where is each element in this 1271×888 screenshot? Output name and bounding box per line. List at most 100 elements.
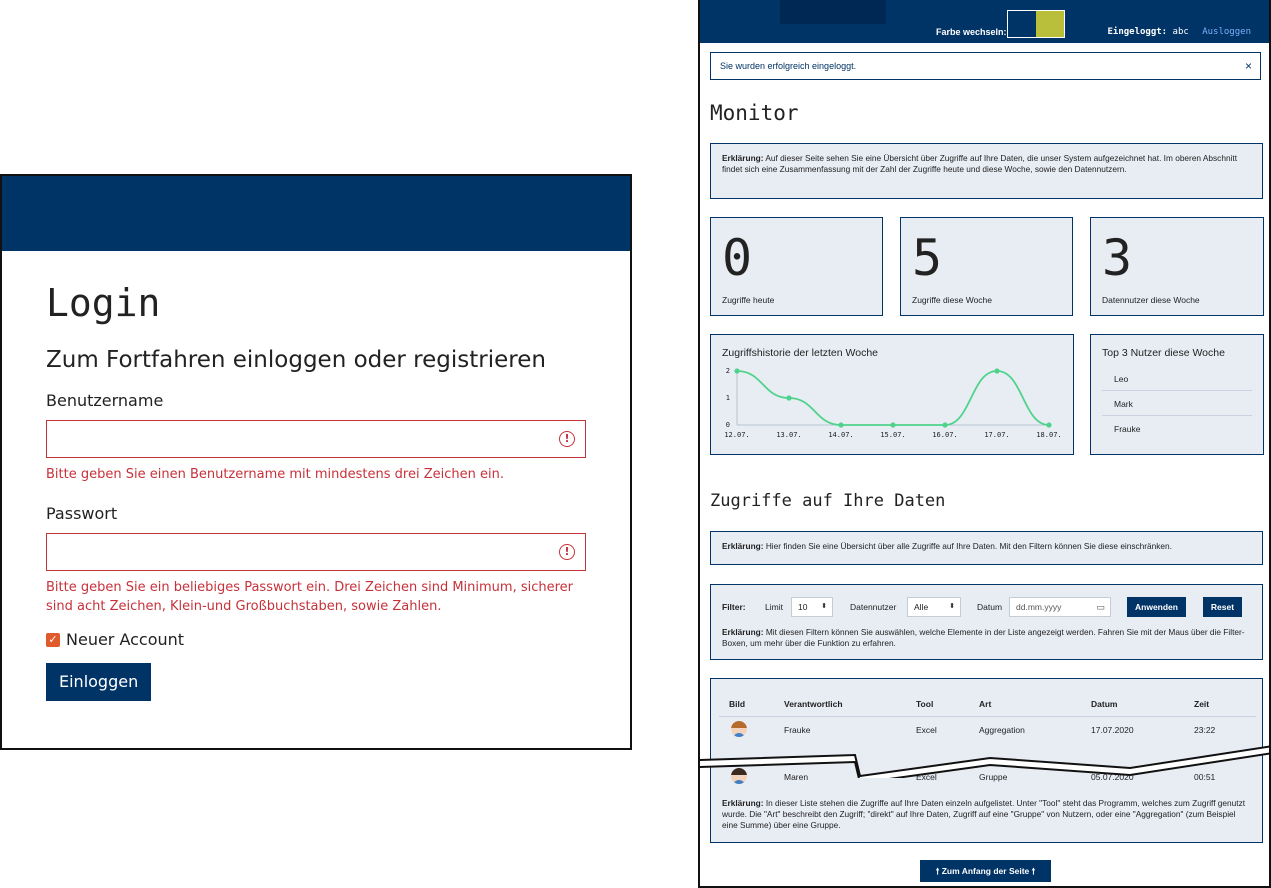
x-tick-label: 15.07. bbox=[880, 431, 905, 439]
avatar bbox=[731, 721, 747, 737]
login-info: Eingeloggt: abc Ausloggen bbox=[1108, 27, 1252, 37]
stat-today-label: Zugriffe heute bbox=[722, 295, 775, 305]
top-users-box: Top 3 Nutzer diese Woche Leo Mark Frauke bbox=[1090, 334, 1264, 455]
x-tick-label: 13.07. bbox=[776, 431, 801, 439]
top-users-title: Top 3 Nutzer diese Woche bbox=[1102, 347, 1225, 359]
success-alert: Sie wurden erfolgreich eingeloggt. × bbox=[710, 52, 1261, 80]
filter-box: Filter: Limit 10 ⬍ Datennutzer Alle ⬍ Da… bbox=[710, 584, 1263, 660]
logged-in-label: Eingeloggt: bbox=[1107, 27, 1168, 37]
date-input[interactable]: dd.mm.yyyy ▭ bbox=[1009, 597, 1111, 617]
username-error: Bitte geben Sie einen Benutzername mit m… bbox=[46, 467, 504, 482]
color-swatch-olive[interactable] bbox=[1036, 10, 1065, 38]
stat-week-label: Zugriffe diese Woche bbox=[912, 295, 993, 305]
access-history-chart: 0 1 2 12.07. 13.07. 14.07. 15.07. 16.07. 17.07. 1… bbox=[724, 367, 1061, 439]
top-user-item: Mark bbox=[1102, 392, 1252, 416]
stat-today-value: 0 bbox=[722, 229, 753, 287]
monitor-page: Farbe wechseln: Eingeloggt: abc Auslogge… bbox=[698, 0, 1271, 888]
x-tick-label: 17.07. bbox=[984, 431, 1009, 439]
col-header-responsible: Verantwortlich bbox=[784, 699, 843, 709]
avatar-hair bbox=[731, 721, 747, 728]
topbar: Farbe wechseln: Eingeloggt: abc Auslogge… bbox=[700, 0, 1269, 43]
data-point bbox=[994, 368, 1000, 374]
filter-label: Filter: bbox=[722, 602, 746, 612]
col-header-tool: Tool bbox=[916, 699, 934, 709]
page-break-tear bbox=[700, 745, 1269, 778]
section-explanation: Erklärung: Hier finden Sie eine Übersich… bbox=[710, 531, 1263, 565]
limit-value: 10 bbox=[798, 602, 808, 612]
stat-users-label: Datennutzer diese Woche bbox=[1102, 295, 1200, 305]
intro-explanation-text: Auf dieser Seite sehen Sie eine Übersich… bbox=[722, 153, 1238, 174]
stat-week-value: 5 bbox=[912, 229, 943, 287]
data-point bbox=[890, 422, 896, 428]
data-point bbox=[1046, 422, 1052, 428]
section-explanation-bold: Erklärung: bbox=[722, 541, 764, 551]
x-tick-label: 14.07. bbox=[828, 431, 853, 439]
access-history-chart-box: Zugriffshistorie der letzten Woche 0 1 2 12… bbox=[710, 334, 1074, 455]
data-point bbox=[734, 368, 740, 374]
data-user-select[interactable]: Alle ⬍ bbox=[907, 597, 961, 617]
new-account-label: Neuer Account bbox=[66, 630, 185, 649]
date-placeholder: dd.mm.yyyy bbox=[1016, 602, 1062, 612]
password-label: Passwort bbox=[46, 504, 118, 523]
username-display: abc bbox=[1172, 27, 1189, 37]
row-time: 23:22 bbox=[1194, 725, 1216, 735]
y-tick-label: 0 bbox=[726, 421, 730, 429]
y-tick-label: 2 bbox=[726, 367, 730, 375]
password-input[interactable] bbox=[47, 534, 585, 570]
login-button[interactable]: Einloggen bbox=[46, 663, 152, 701]
chevron-updown-icon: ⬍ bbox=[949, 603, 955, 610]
data-user-value: Alle bbox=[914, 602, 929, 612]
logout-link[interactable]: Ausloggen bbox=[1202, 27, 1251, 37]
row-type: Aggregation bbox=[979, 725, 1025, 735]
apply-button[interactable]: Anwenden bbox=[1127, 597, 1186, 617]
limit-select[interactable]: 10 ⬍ bbox=[791, 597, 833, 617]
calendar-icon[interactable]: ▭ bbox=[1096, 598, 1105, 616]
filter-explanation: Erklärung: Mit diesen Filtern können Sie… bbox=[722, 627, 1252, 649]
username-field-wrap: ! bbox=[46, 420, 586, 458]
login-header bbox=[2, 176, 630, 251]
x-tick-label: 16.07. bbox=[932, 431, 957, 439]
header-divider bbox=[719, 716, 1256, 717]
x-tick-label: 12.07. bbox=[724, 431, 749, 439]
close-icon[interactable]: × bbox=[1245, 53, 1252, 80]
password-field-wrap: ! bbox=[46, 533, 586, 571]
page-title: Monitor bbox=[710, 101, 799, 125]
date-label: Datum bbox=[977, 602, 1003, 612]
data-point bbox=[942, 422, 948, 428]
col-header-time: Zeit bbox=[1194, 699, 1210, 709]
stat-users-value: 3 bbox=[1102, 229, 1133, 287]
section-explanation-text: Hier finden Sie eine Übersicht über alle… bbox=[765, 541, 1172, 551]
filter-explanation-bold: Erklärung: bbox=[722, 627, 764, 637]
col-header-type: Art bbox=[979, 699, 992, 709]
avatar-body bbox=[733, 780, 745, 784]
login-subtitle: Zum Fortfahren einloggen oder registrier… bbox=[46, 347, 546, 373]
limit-label: Limit bbox=[765, 602, 783, 612]
back-to-top-button[interactable]: 🠕 Zum Anfang der Seite 🠕 bbox=[920, 860, 1051, 882]
topbar-brand-area bbox=[780, 0, 886, 24]
login-form: Login Zum Fortfahren einloggen oder regi… bbox=[2, 251, 630, 701]
series-line bbox=[736, 370, 1050, 426]
table-explanation: Erklärung: In dieser Liste stehen die Zu… bbox=[722, 798, 1252, 831]
error-icon: ! bbox=[559, 431, 575, 447]
username-label: Benutzername bbox=[46, 391, 164, 410]
stat-today: 0 Zugriffe heute bbox=[710, 217, 883, 316]
y-tick-label: 1 bbox=[726, 394, 730, 402]
row-tool: Excel bbox=[916, 725, 937, 735]
intro-explanation-bold: Erklärung: bbox=[722, 153, 764, 163]
color-swatch-navy[interactable] bbox=[1007, 10, 1036, 38]
new-account-row: ✓ Neuer Account bbox=[46, 630, 586, 649]
reset-button[interactable]: Reset bbox=[1203, 597, 1242, 617]
top-user-item: Leo bbox=[1102, 367, 1252, 391]
new-account-checkbox[interactable]: ✓ bbox=[46, 632, 60, 647]
filter-explanation-text: Mit diesen Filtern können Sie auswählen,… bbox=[722, 627, 1245, 648]
section-title: Zugriffe auf Ihre Daten bbox=[710, 491, 946, 511]
x-tick-label: 18.07. bbox=[1036, 431, 1061, 439]
data-point bbox=[786, 395, 792, 401]
color-switch-label: Farbe wechseln: bbox=[936, 27, 1007, 37]
login-panel: Login Zum Fortfahren einloggen oder regi… bbox=[0, 174, 632, 750]
username-input[interactable] bbox=[47, 421, 585, 457]
col-header-date: Datum bbox=[1091, 699, 1118, 709]
row-date: 17.07.2020 bbox=[1091, 725, 1134, 735]
col-header-image: Bild bbox=[729, 699, 746, 709]
stat-week: 5 Zugriffe diese Woche bbox=[900, 217, 1073, 316]
